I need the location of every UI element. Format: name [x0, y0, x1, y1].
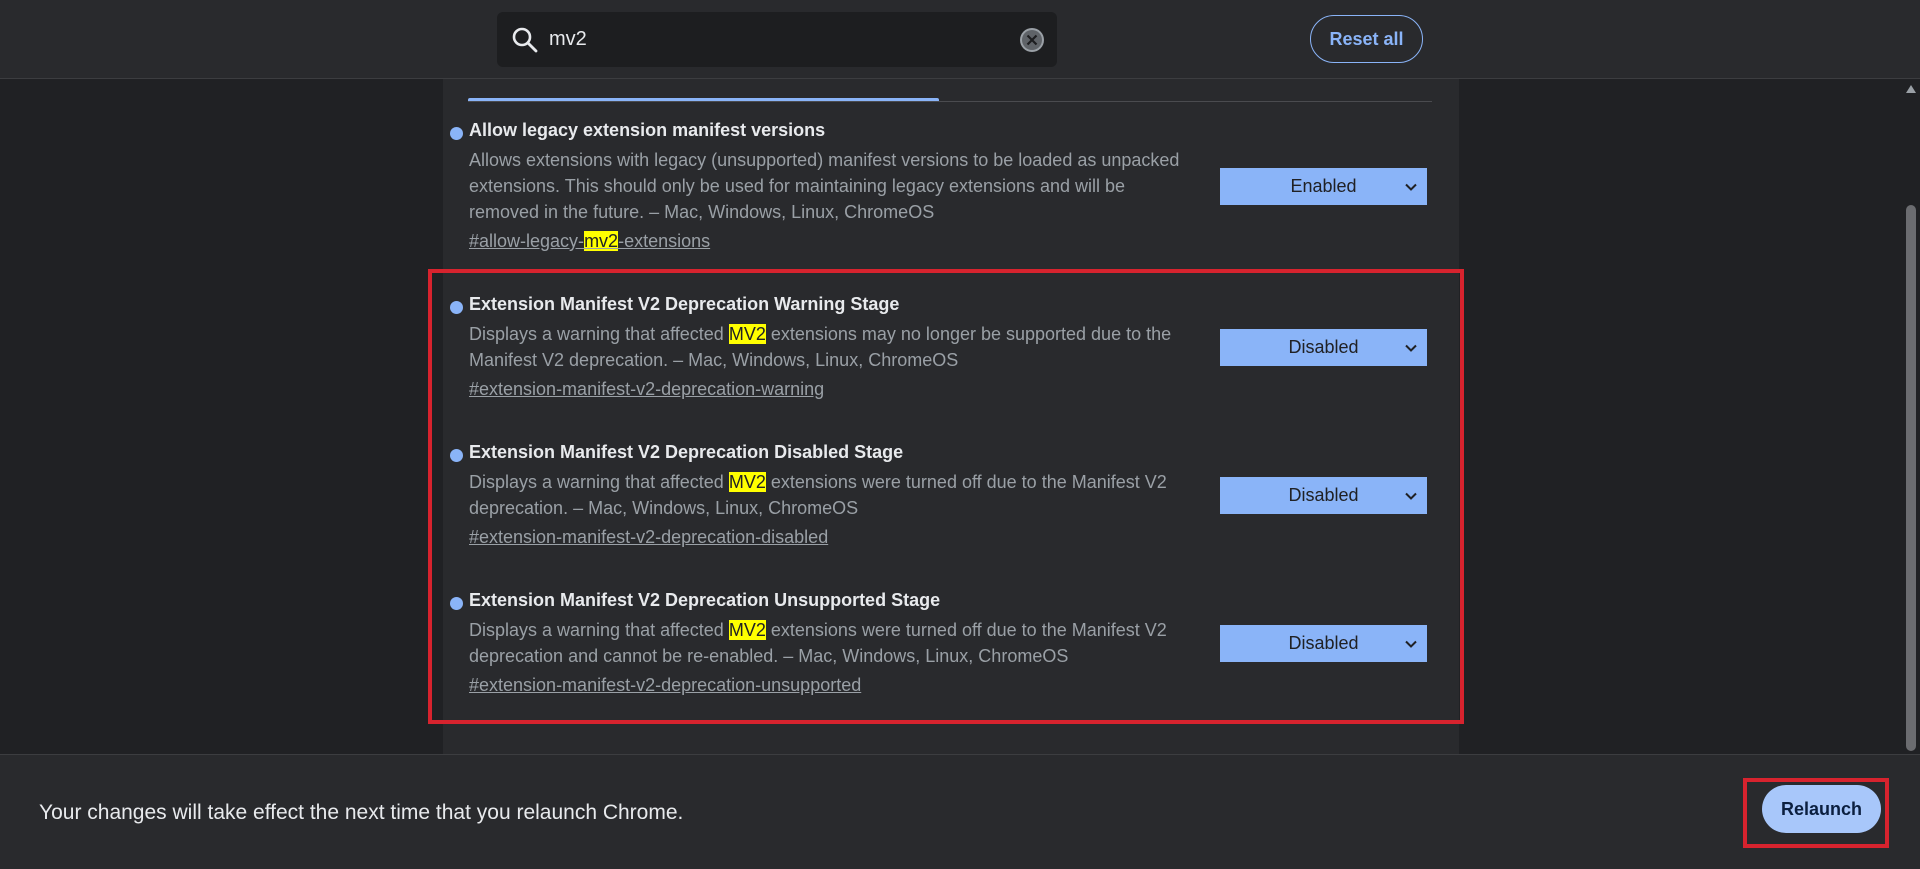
annotation-highlight-box	[428, 269, 1464, 724]
top-bar: Reset all	[0, 0, 1920, 79]
relaunch-message: Your changes will take effect the next t…	[39, 801, 684, 824]
tab-available-indicator	[468, 98, 939, 101]
scroll-up-arrow-icon[interactable]	[1905, 84, 1917, 94]
clear-icon[interactable]	[1018, 26, 1046, 54]
flag-title: Allow legacy extension manifest versions	[469, 120, 826, 140]
search-icon	[511, 26, 539, 54]
search-match-highlight: mv2	[584, 231, 619, 251]
search-input[interactable]	[547, 12, 997, 67]
flag-permalink[interactable]: #allow-legacy-mv2-extensions	[469, 231, 710, 252]
chevron-down-icon	[1405, 183, 1417, 191]
flag-description: Allows extensions with legacy (unsupport…	[469, 150, 1180, 222]
modified-dot	[450, 127, 463, 140]
tab-divider	[468, 101, 1432, 102]
relaunch-bar: Your changes will take effect the next t…	[0, 754, 1920, 869]
reset-all-button[interactable]: Reset all	[1310, 15, 1423, 63]
scrollbar-thumb[interactable]	[1906, 205, 1916, 751]
flag-select-value: Enabled	[1290, 176, 1357, 196]
annotation-relaunch-box	[1743, 778, 1889, 848]
flag-state-select[interactable]: Enabled	[1220, 168, 1427, 205]
search-box[interactable]	[497, 12, 1057, 67]
